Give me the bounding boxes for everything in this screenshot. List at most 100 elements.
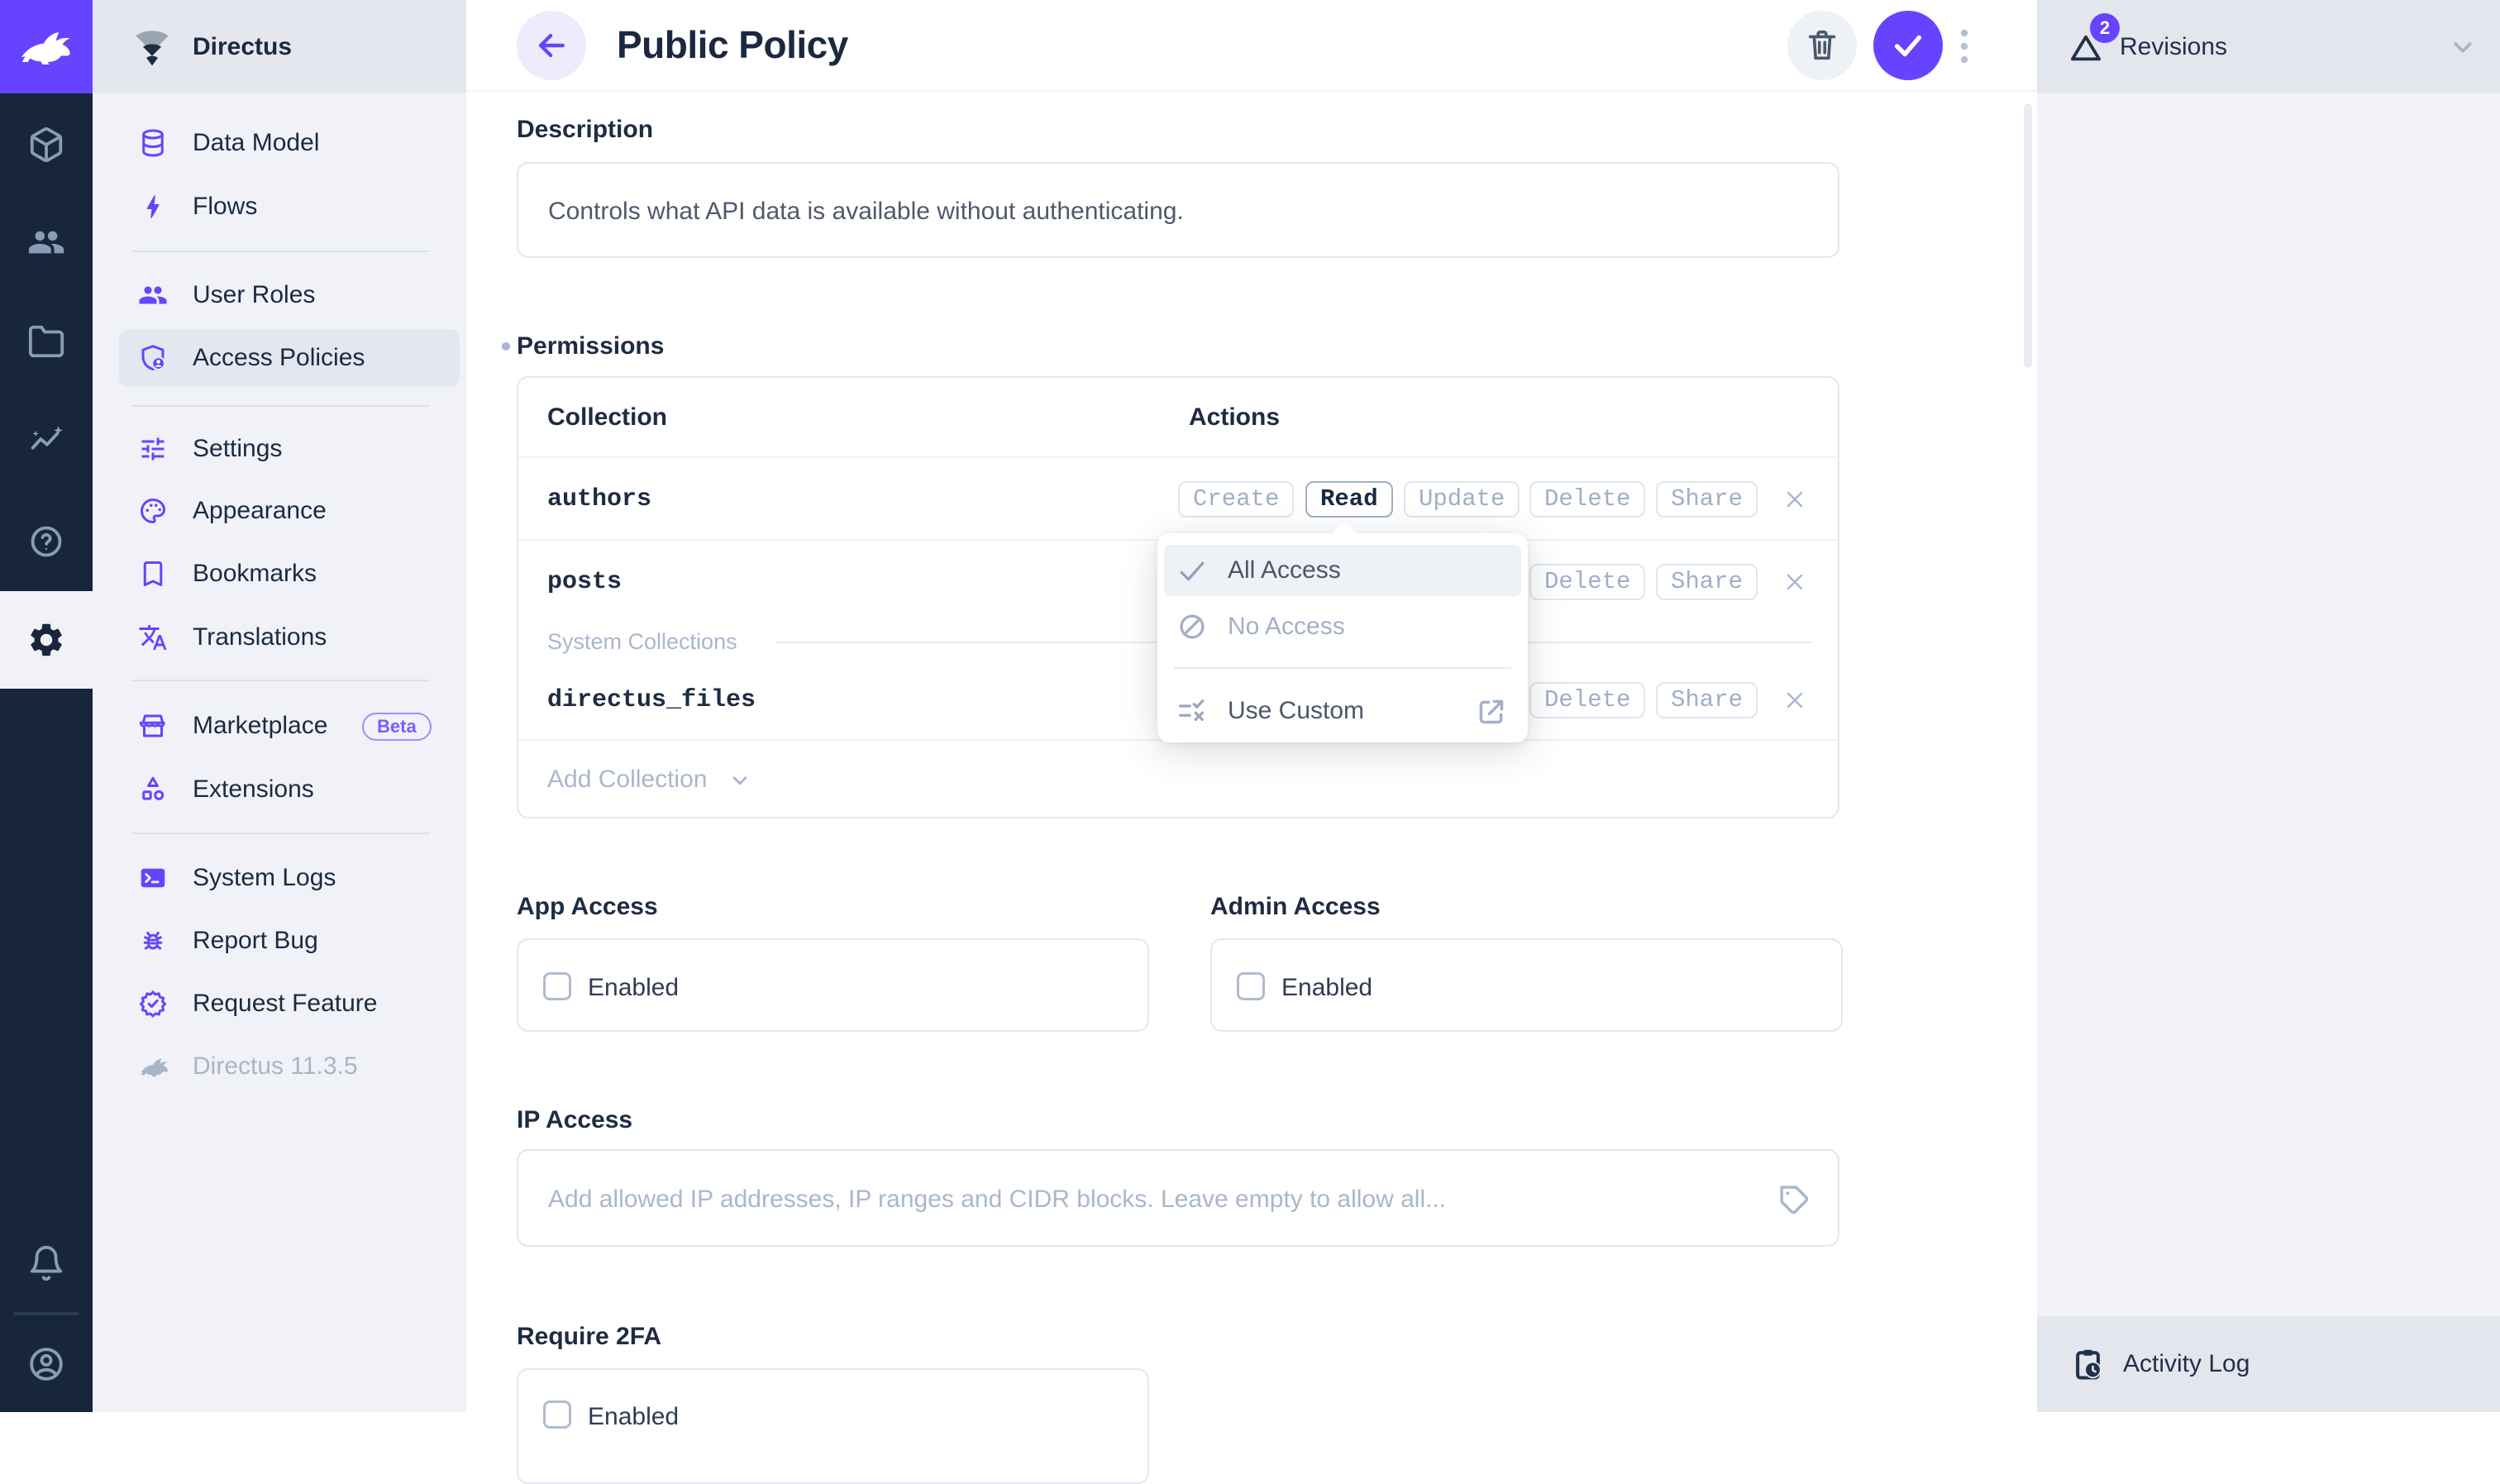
project-name: Directus	[193, 0, 292, 93]
directus-logo[interactable]	[0, 0, 93, 93]
require-2fa-checkbox[interactable]	[543, 1400, 571, 1429]
sidebar-item-label: Access Policies	[193, 329, 365, 387]
sidebar-item-label: Flows	[193, 178, 257, 236]
action-chip-read-active[interactable]: Read	[1305, 481, 1393, 518]
sidebar-item-bookmarks[interactable]: Bookmarks	[93, 545, 466, 603]
add-collection-row[interactable]: Add Collection	[518, 739, 1838, 817]
users-module-icon[interactable]	[27, 223, 65, 261]
sidebar-item-flows[interactable]: Flows	[93, 178, 466, 236]
right-sidebar: 2 Revisions Activity Log	[2037, 0, 2500, 1412]
save-button[interactable]	[1873, 11, 1943, 80]
admin-access-checkbox-label: Enabled	[1281, 974, 1372, 1002]
edited-indicator-dot	[502, 342, 510, 351]
action-chip-share[interactable]: Share	[1656, 682, 1758, 718]
version-label: Directus 11.3.5	[193, 1038, 358, 1095]
files-module-icon[interactable]	[27, 322, 65, 360]
sidebar-item-data-model[interactable]: Data Model	[93, 114, 466, 172]
bookmark-icon	[138, 559, 168, 589]
app-access-checkbox[interactable]	[543, 972, 571, 1000]
activity-log-icon	[2070, 1346, 2106, 1382]
description-input[interactable]: Controls what API data is available with…	[517, 162, 1839, 258]
arrow-left-icon	[533, 27, 570, 64]
sidebar-version: Directus 11.3.5	[93, 1038, 466, 1095]
delete-button[interactable]	[1787, 11, 1857, 80]
revisions-label: Revisions	[2120, 0, 2227, 93]
sidebar-item-access-policies[interactable]: Access Policies	[93, 329, 466, 387]
action-chip-share[interactable]: Share	[1656, 564, 1758, 600]
sidebar-item-label: System Logs	[193, 849, 336, 907]
check-icon	[1889, 26, 1927, 64]
activity-log-bar[interactable]: Activity Log	[2037, 1316, 2500, 1412]
rabbit-logo-icon	[17, 27, 76, 67]
action-chip-share[interactable]: Share	[1656, 481, 1758, 518]
sidebar-item-label: Extensions	[193, 761, 314, 818]
help-module-icon[interactable]	[27, 523, 65, 561]
sidebar-item-label: Data Model	[193, 114, 319, 172]
rail-divider	[13, 1312, 79, 1315]
sidebar-item-settings[interactable]: Settings	[93, 420, 466, 478]
require-2fa-checkbox-label: Enabled	[588, 1403, 679, 1431]
description-value: Controls what API data is available with…	[548, 198, 1184, 226]
action-chip-delete[interactable]: Delete	[1529, 481, 1645, 518]
sidebar-item-extensions[interactable]: Extensions	[93, 761, 466, 818]
remove-row-icon[interactable]	[1782, 687, 1808, 713]
sidebar-item-label: Marketplace	[193, 697, 327, 755]
ip-access-placeholder: Add allowed IP addresses, IP ranges and …	[548, 1186, 1446, 1214]
dropdown-option-label: Use Custom	[1228, 689, 1364, 733]
project-signal-icon	[129, 25, 175, 68]
action-chip-update[interactable]: Update	[1404, 481, 1520, 518]
sidebar-item-report-bug[interactable]: Report Bug	[93, 912, 466, 970]
action-chip-delete[interactable]: Delete	[1529, 682, 1645, 718]
gear-icon	[26, 620, 66, 660]
dropdown-option-label: All Access	[1228, 545, 1341, 596]
page-header: Public Policy	[466, 0, 2037, 92]
remove-row-icon[interactable]	[1782, 486, 1808, 513]
permissions-table-header: Collection Actions	[518, 378, 1838, 456]
sidebar-divider	[132, 680, 430, 681]
sidebar-item-marketplace[interactable]: Marketplace Beta	[93, 697, 466, 755]
require-2fa-label: Require 2FA	[517, 1323, 661, 1351]
admin-access-checkbox[interactable]	[1237, 972, 1265, 1000]
terminal-icon	[138, 863, 168, 893]
feature-badge-check-icon	[138, 989, 168, 1019]
action-chip-create[interactable]: Create	[1178, 481, 1294, 518]
back-button[interactable]	[517, 11, 586, 80]
shield-user-icon	[138, 343, 168, 373]
sidebar-item-user-roles[interactable]: User Roles	[93, 266, 466, 324]
scrollbar-thumb[interactable]	[2024, 103, 2032, 368]
palette-icon	[138, 496, 168, 526]
collection-name: authors	[547, 458, 651, 541]
settings-module-active[interactable]	[0, 591, 93, 689]
column-collection: Collection	[547, 378, 667, 456]
sidebar-item-system-logs[interactable]: System Logs	[93, 849, 466, 907]
database-icon	[138, 128, 168, 158]
insights-module-icon[interactable]	[27, 421, 65, 459]
tag-icon[interactable]	[1777, 1182, 1811, 1217]
tune-icon	[138, 434, 168, 464]
notifications-bell-icon[interactable]	[27, 1244, 65, 1282]
sidebar-item-translations[interactable]: Translations	[93, 608, 466, 666]
chevron-down-icon[interactable]	[2447, 31, 2479, 63]
remove-row-icon[interactable]	[1782, 569, 1808, 595]
dropdown-option-use-custom[interactable]: Use Custom	[1164, 689, 1521, 733]
sidebar-divider	[132, 833, 430, 834]
content-module-icon[interactable]	[27, 126, 65, 164]
sidebar-item-label: Report Bug	[193, 912, 318, 970]
rabbit-version-icon	[138, 1056, 168, 1086]
more-options-button[interactable]	[1954, 26, 1974, 66]
group-icon	[138, 280, 168, 310]
ip-access-input[interactable]: Add allowed IP addresses, IP ranges and …	[517, 1149, 1839, 1247]
revisions-section-header[interactable]: 2 Revisions	[2037, 0, 2500, 93]
bug-icon	[138, 926, 168, 956]
add-collection-label: Add Collection	[547, 741, 707, 818]
sidebar-item-appearance[interactable]: Appearance	[93, 482, 466, 540]
sidebar-item-request-feature[interactable]: Request Feature	[93, 975, 466, 1033]
collection-name: directus_files	[547, 661, 756, 739]
project-header[interactable]: Directus	[93, 0, 466, 93]
open-in-new-icon[interactable]	[1475, 695, 1508, 728]
account-avatar-icon[interactable]	[27, 1345, 65, 1383]
dropdown-option-all-access[interactable]: All Access	[1164, 545, 1521, 596]
dropdown-option-no-access[interactable]: No Access	[1164, 604, 1521, 649]
action-chip-delete[interactable]: Delete	[1529, 564, 1645, 600]
ip-access-label: IP Access	[517, 1106, 632, 1134]
